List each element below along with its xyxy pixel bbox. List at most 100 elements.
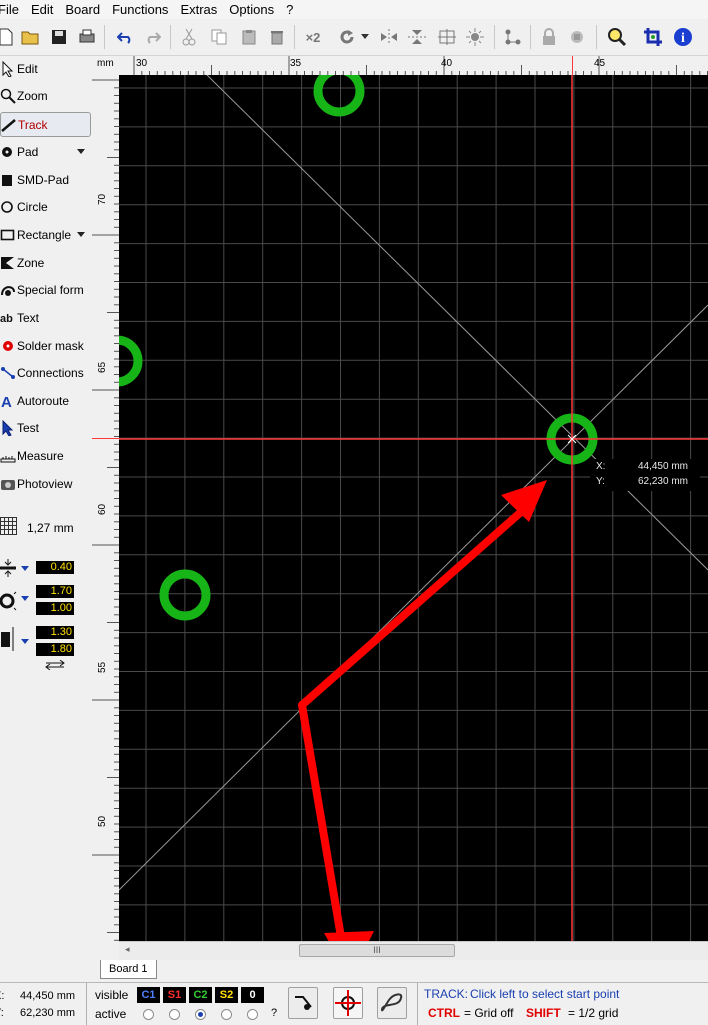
cut-icon[interactable] — [178, 26, 200, 48]
rubberband-button[interactable] — [377, 987, 407, 1019]
layer-s2-toggle[interactable]: S2 — [215, 987, 238, 1003]
delete-icon[interactable] — [266, 26, 288, 48]
track-width-icon — [0, 558, 18, 578]
open-icon[interactable] — [20, 26, 42, 48]
sidebar-item-label: Special form — [17, 283, 84, 297]
sidebar-item-smd-pad[interactable]: SMD-Pad — [0, 168, 89, 192]
layer-c1-active-radio[interactable] — [143, 1009, 154, 1020]
sidebar-item-track[interactable]: Track — [0, 112, 91, 137]
crop-icon[interactable] — [642, 26, 664, 48]
pad-inner-value[interactable]: 1.00 — [36, 602, 74, 615]
smd-height-value[interactable]: 1.80 — [36, 643, 74, 656]
scroll-left-icon[interactable]: ◂ — [125, 944, 130, 955]
layer-s2-active-radio[interactable] — [221, 1009, 232, 1020]
track-width-value[interactable]: 0.40 — [36, 561, 74, 574]
crosshair-button[interactable] — [333, 987, 363, 1019]
mirror-vertical-icon[interactable] — [406, 26, 428, 48]
menu-extras[interactable]: Extras — [174, 0, 223, 19]
scroll-thumb[interactable]: III — [299, 944, 455, 957]
menu-functions[interactable]: Functions — [106, 0, 174, 19]
pad-size-dropdown-icon[interactable] — [21, 596, 29, 601]
tab-board-1[interactable]: Board 1 — [100, 960, 157, 979]
rotate-dropdown-icon[interactable] — [360, 26, 370, 48]
solder-mask-icon — [0, 338, 16, 354]
new-icon[interactable] — [0, 26, 16, 48]
track-width-dropdown-icon[interactable] — [21, 566, 29, 571]
info-icon[interactable]: i — [672, 26, 694, 48]
layer-0-toggle[interactable]: 0 — [241, 987, 264, 1003]
connections-icon[interactable] — [502, 26, 524, 48]
toolbar-separator — [294, 25, 295, 49]
unlock-icon[interactable] — [566, 26, 588, 48]
sidebar-item-test[interactable]: Test — [0, 416, 89, 440]
dropdown-arrow-icon[interactable] — [77, 232, 85, 237]
sidebar-item-zone[interactable]: Zone — [0, 251, 89, 275]
layer-c1-toggle[interactable]: C1 — [137, 987, 160, 1003]
grid-icon[interactable] — [0, 516, 18, 536]
pad — [119, 335, 143, 387]
sidebar-item-edit[interactable]: Edit — [0, 57, 89, 81]
ruler-y-tick: 65 — [97, 361, 108, 373]
toolbar-separator — [530, 25, 531, 49]
snap-icon[interactable] — [464, 26, 486, 48]
horizontal-scrollbar[interactable]: ◂ III — [119, 941, 708, 960]
sidebar-item-zoom[interactable]: Zoom — [0, 84, 89, 108]
sidebar-item-measure[interactable]: Measure — [0, 444, 89, 468]
print-icon[interactable] — [76, 26, 98, 48]
smd-width-value[interactable]: 1.30 — [36, 626, 74, 639]
save-icon[interactable] — [48, 26, 70, 48]
sidebar-item-autoroute[interactable]: A Autoroute — [0, 389, 89, 413]
pad-outer-value[interactable]: 1.70 — [36, 585, 74, 598]
zone-icon — [0, 255, 16, 271]
sidebar-item-photoview[interactable]: Photoview — [0, 472, 89, 496]
multiply-icon[interactable]: ×2 — [302, 26, 324, 48]
menu-board[interactable]: Board — [59, 0, 106, 19]
ruler-cursor-marker — [572, 56, 573, 75]
menu-file[interactable]: File — [0, 0, 25, 19]
annotation-arrow — [299, 508, 524, 709]
sidebar-item-label: Photoview — [17, 477, 73, 491]
redo-icon[interactable] — [142, 26, 164, 48]
undo-icon[interactable] — [114, 26, 136, 48]
dropdown-arrow-icon[interactable] — [77, 149, 85, 154]
sidebar-item-circle[interactable]: Circle — [0, 195, 89, 219]
sidebar-item-label: Track — [18, 117, 48, 132]
svg-text:ab: ab — [0, 313, 13, 325]
layer-0-active-radio[interactable] — [247, 1009, 258, 1020]
layer-c2-active-radio[interactable] — [195, 1009, 206, 1020]
layer-c2-toggle[interactable]: C2 — [189, 987, 212, 1003]
swap-icon[interactable] — [44, 659, 66, 673]
board-canvas[interactable]: X: 44,450 mm Y: 62,230 mm — [119, 75, 708, 941]
menu-help[interactable]: ? — [280, 0, 299, 19]
annotation-arrow — [298, 701, 345, 941]
sidebar-item-solder-mask[interactable]: Solder mask — [0, 334, 89, 358]
hint-title: TRACK: — [424, 987, 469, 1001]
sidebar-item-pad[interactable]: Pad — [0, 140, 89, 164]
menu-edit[interactable]: Edit — [25, 0, 59, 19]
mirror-horizontal-icon[interactable] — [378, 26, 400, 48]
zoom-icon[interactable] — [606, 26, 628, 48]
copy-icon[interactable] — [208, 26, 230, 48]
sidebar-item-label: Autoroute — [17, 394, 70, 408]
smd-size-icon — [0, 626, 18, 652]
paste-icon[interactable] — [238, 26, 260, 48]
track-style-button[interactable] — [288, 987, 318, 1019]
layer-help[interactable]: ? — [271, 1007, 277, 1019]
hint-text: Click left to select start point — [470, 987, 620, 1001]
sidebar-item-connections[interactable]: Connections — [0, 361, 89, 385]
sidebar-item-label: Zone — [17, 256, 45, 270]
smd-size-dropdown-icon[interactable] — [21, 639, 29, 644]
layer-s1-active-radio[interactable] — [169, 1009, 180, 1020]
rotate-icon[interactable] — [336, 26, 358, 48]
lock-icon[interactable] — [538, 26, 560, 48]
layer-s1-toggle[interactable]: S1 — [163, 987, 186, 1003]
sidebar-item-rectangle[interactable]: Rectangle — [0, 223, 89, 247]
ruler-x-tick: 35 — [290, 58, 302, 69]
align-icon[interactable] — [436, 26, 458, 48]
sidebar-item-special-form[interactable]: Special form — [0, 278, 89, 302]
menu-options[interactable]: Options — [223, 0, 280, 19]
sidebar-item-text[interactable]: ab Text — [0, 306, 89, 330]
shift-text: = 1/2 grid — [568, 1006, 619, 1020]
sidebar-item-label: Edit — [17, 62, 38, 76]
grid-size[interactable]: 1,27 mm — [27, 521, 74, 535]
